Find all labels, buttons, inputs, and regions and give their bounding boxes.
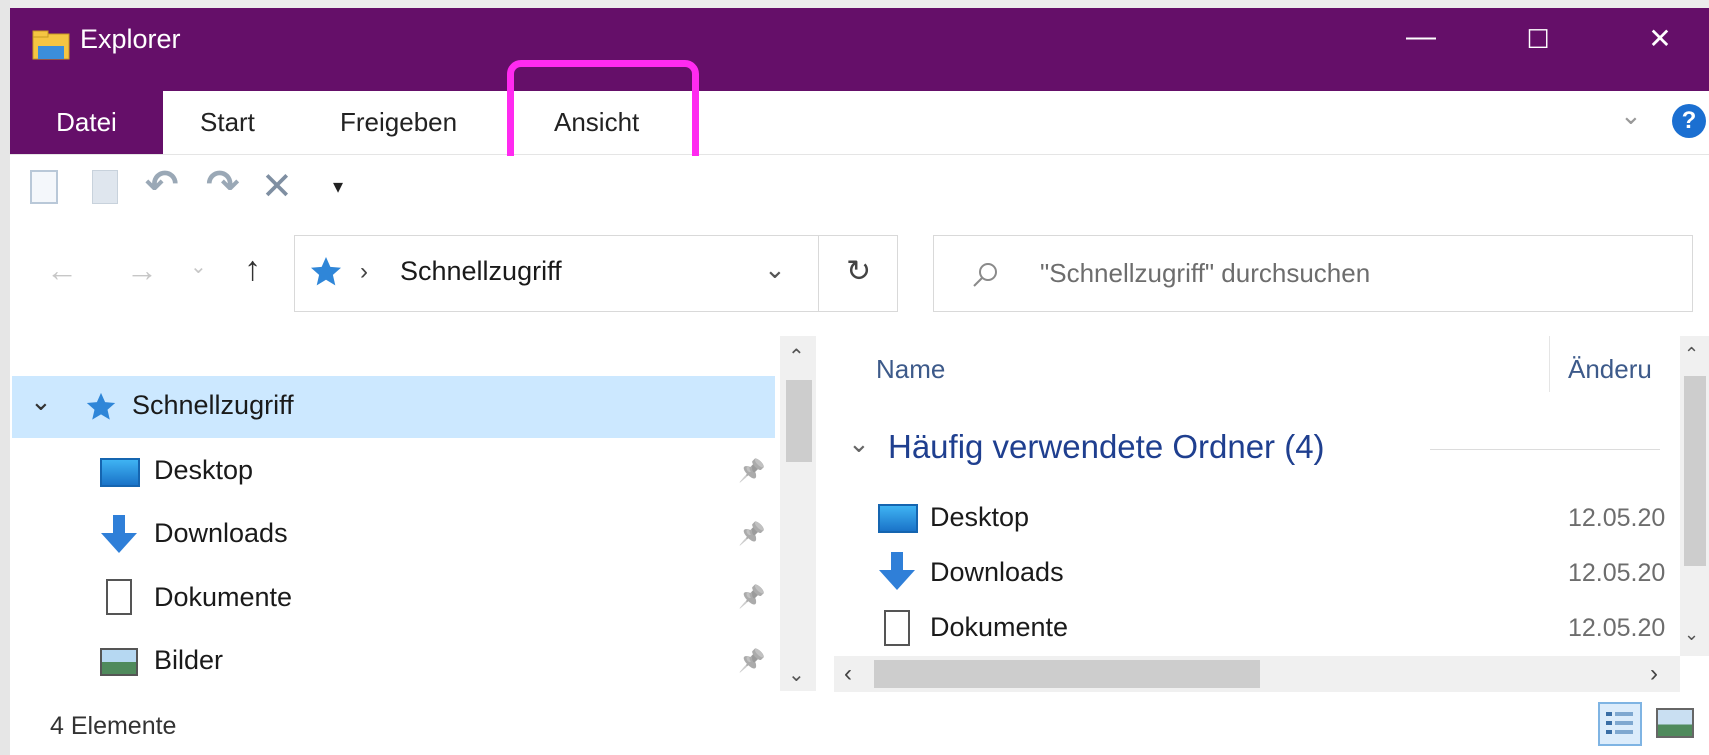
pin-icon[interactable]: 📌	[738, 648, 765, 674]
content-hscroll-thumb[interactable]	[874, 660, 1260, 688]
status-bar	[10, 692, 1709, 755]
documents-icon	[106, 579, 132, 615]
sidebar-item-desktop[interactable]: Desktop	[154, 455, 253, 486]
sidebar-item-documents[interactable]: Dokumente	[154, 582, 292, 613]
ribbon-expand-icon[interactable]: ⌄	[1620, 100, 1642, 131]
properties-icon[interactable]	[30, 170, 58, 204]
delete-icon[interactable]: ✕	[261, 164, 293, 209]
search-input[interactable]: "Schnellzugriff" durchsuchen	[1040, 258, 1370, 289]
pictures-icon	[100, 648, 138, 676]
window-title: Explorer	[80, 24, 181, 54]
scroll-left-icon[interactable]: ‹	[844, 660, 852, 688]
list-item-downloads[interactable]: Downloads	[930, 557, 1064, 588]
large-icons-view-icon[interactable]	[1656, 708, 1694, 738]
downloads-icon	[876, 550, 918, 597]
back-icon[interactable]: ←	[46, 252, 78, 289]
content-vscroll-thumb[interactable]	[1684, 376, 1706, 566]
desktop-icon	[878, 504, 918, 533]
list-item-date: 12.05.20	[1568, 559, 1666, 587]
documents-icon	[884, 610, 910, 646]
breadcrumb-separator: ›	[360, 258, 368, 285]
column-header-modified[interactable]: Änderu	[1568, 354, 1678, 385]
customize-qat-icon[interactable]: ▾	[333, 174, 343, 199]
redo-icon[interactable]: ↷	[206, 162, 240, 208]
minimize-button[interactable]: —	[1391, 20, 1451, 54]
tab-share[interactable]: Freigeben	[340, 91, 457, 154]
pin-icon[interactable]: 📌	[738, 458, 765, 484]
close-button[interactable]: ✕	[1630, 22, 1690, 55]
column-divider	[1549, 336, 1550, 392]
up-icon[interactable]: ↑	[244, 250, 261, 289]
address-bar[interactable]	[294, 235, 898, 312]
sidebar-scroll-thumb[interactable]	[786, 380, 812, 462]
help-icon-glyph: ?	[1681, 107, 1697, 134]
forward-icon[interactable]: →	[126, 252, 158, 289]
column-header-name[interactable]: Name	[876, 354, 945, 385]
sidebar-item-pictures[interactable]: Bilder	[154, 645, 223, 676]
tab-file[interactable]: Datei	[10, 91, 163, 154]
list-item-documents[interactable]: Dokumente	[930, 612, 1068, 643]
address-dropdown-icon[interactable]: ⌄	[764, 254, 786, 285]
recent-locations-icon[interactable]: ⌄	[190, 254, 207, 279]
screen-top-strip	[0, 0, 1709, 8]
breadcrumb-location[interactable]: Schnellzugriff	[400, 256, 562, 287]
refresh-icon: ↻	[846, 255, 872, 288]
window-left-border	[0, 0, 10, 755]
downloads-icon	[98, 513, 140, 560]
list-item-date: 12.05.20	[1568, 504, 1666, 532]
undo-icon[interactable]: ↶	[145, 162, 179, 208]
expand-chevron-icon[interactable]: ⌄	[30, 386, 52, 417]
group-collapse-icon[interactable]: ⌄	[848, 428, 870, 459]
scroll-up-icon[interactable]: ⌃	[1684, 344, 1699, 365]
details-view-icon[interactable]	[1598, 702, 1642, 746]
scroll-up-icon[interactable]: ⌃	[788, 344, 805, 369]
desktop-icon	[100, 458, 140, 487]
help-icon[interactable]: ?	[1672, 104, 1706, 138]
scroll-down-icon[interactable]: ⌄	[788, 662, 805, 687]
group-divider	[1430, 449, 1660, 450]
pin-icon[interactable]: 📌	[738, 521, 765, 547]
sidebar-item-downloads[interactable]: Downloads	[154, 518, 288, 549]
group-title[interactable]: Häufig verwendete Ordner (4)	[888, 428, 1325, 466]
list-item-date: 12.05.20	[1568, 614, 1666, 642]
sidebar-selected-row[interactable]	[12, 376, 775, 438]
pin-icon[interactable]: 📌	[738, 584, 765, 610]
explorer-folder-icon	[32, 30, 70, 60]
search-icon	[970, 260, 1000, 295]
new-folder-icon[interactable]	[92, 170, 118, 204]
title-bar	[10, 8, 1709, 91]
sidebar-item-quick-access[interactable]: Schnellzugriff	[132, 390, 294, 421]
scroll-down-icon[interactable]: ⌄	[1684, 624, 1699, 645]
item-count: 4 Elemente	[50, 712, 177, 740]
scroll-right-icon[interactable]: ›	[1650, 660, 1658, 688]
quick-access-star-icon	[84, 390, 118, 429]
ribbon-tab-bar	[10, 91, 1709, 155]
list-item-desktop[interactable]: Desktop	[930, 502, 1029, 533]
quick-access-star-icon	[308, 254, 344, 295]
tab-start[interactable]: Start	[200, 91, 255, 154]
maximize-button[interactable]: ☐	[1508, 24, 1568, 55]
